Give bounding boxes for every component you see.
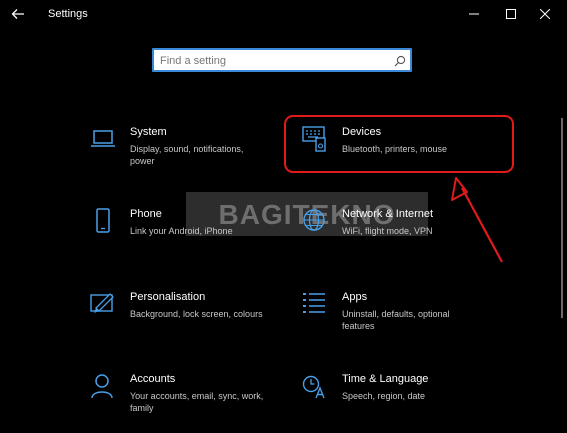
category-title: Network & Internet — [342, 208, 434, 220]
window-title: Settings — [48, 8, 88, 20]
globe-icon — [302, 208, 328, 239]
annotation-arrow-icon — [451, 177, 503, 263]
category-system[interactable]: System Display, sound, notifications, po… — [90, 126, 290, 186]
time-language-icon — [302, 373, 328, 404]
category-accounts[interactable]: Accounts Your accounts, email, sync, wor… — [90, 373, 290, 433]
search-icon[interactable] — [394, 54, 406, 72]
title-bar: Settings — [0, 0, 567, 28]
search-input[interactable] — [160, 52, 385, 69]
category-description: Uninstall, defaults, optional features — [342, 309, 450, 331]
paintbrush-icon — [90, 291, 116, 322]
category-phone[interactable]: Phone Link your Android, iPhone — [90, 208, 290, 268]
category-time-language[interactable]: Time & Language Speech, region, date — [302, 373, 502, 433]
category-title: Accounts — [130, 373, 176, 385]
maximize-button[interactable] — [494, 2, 528, 26]
category-personalisation[interactable]: Personalisation Background, lock screen,… — [90, 291, 290, 351]
maximize-icon — [506, 9, 516, 19]
category-description: Background, lock screen, colours — [130, 309, 263, 319]
search-box[interactable] — [152, 48, 412, 72]
category-title: Personalisation — [130, 291, 206, 303]
apps-list-icon — [302, 291, 328, 322]
phone-icon — [90, 208, 116, 239]
minimize-icon — [469, 13, 479, 15]
highlight-box — [284, 115, 514, 173]
back-arrow-icon — [11, 9, 24, 19]
category-description: Display, sound, notifications, power — [130, 144, 244, 166]
category-description: Link your Android, iPhone — [130, 226, 233, 236]
category-apps[interactable]: Apps Uninstall, defaults, optional featu… — [302, 291, 502, 351]
laptop-icon — [90, 126, 116, 157]
category-title: Time & Language — [342, 373, 429, 385]
back-button[interactable] — [7, 4, 29, 24]
person-icon — [90, 373, 116, 404]
category-description: Your accounts, email, sync, work, family — [130, 391, 264, 413]
close-button[interactable] — [528, 2, 562, 26]
close-icon — [540, 9, 550, 19]
minimize-button[interactable] — [457, 2, 491, 26]
category-title: System — [130, 126, 167, 138]
scrollbar[interactable] — [561, 118, 563, 318]
category-title: Apps — [342, 291, 368, 303]
category-title: Phone — [130, 208, 162, 220]
category-description: Speech, region, date — [342, 391, 426, 401]
